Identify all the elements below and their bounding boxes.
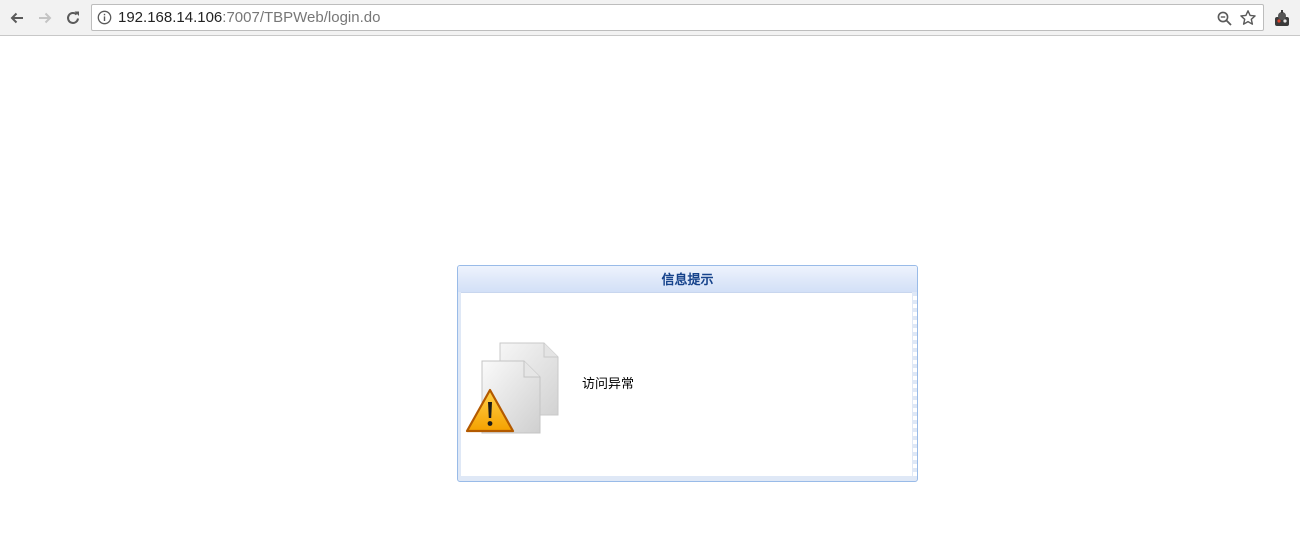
address-bar[interactable]: 192.168.14.106:7007/TBPWeb/login.do: [91, 4, 1264, 31]
warning-document-icon: [465, 342, 559, 434]
dialog-edge-stripe: [913, 292, 917, 476]
forward-button[interactable]: [33, 6, 57, 30]
reload-button[interactable]: [61, 6, 85, 30]
back-arrow-icon: [10, 12, 23, 24]
dialog-header: 信息提示: [458, 266, 917, 292]
zoom-icon[interactable]: [1216, 10, 1233, 27]
reload-icon: [67, 11, 79, 24]
url-host: 192.168.14.106: [118, 9, 223, 26]
dialog-body: 访问异常: [461, 292, 912, 476]
star-icon[interactable]: [1239, 9, 1257, 27]
info-icon[interactable]: [97, 10, 112, 25]
info-dialog: 信息提示 访问异常: [457, 265, 918, 482]
forward-arrow-icon: [39, 12, 52, 24]
dialog-message: 访问异常: [582, 377, 635, 392]
back-button[interactable]: [5, 6, 29, 30]
extension-icon[interactable]: [1272, 8, 1292, 28]
url-path: :7007/TBPWeb/login.do: [222, 9, 381, 26]
dialog-title: 信息提示: [661, 273, 714, 288]
browser-toolbar: 192.168.14.106:7007/TBPWeb/login.do: [0, 0, 1300, 36]
address-url[interactable]: 192.168.14.106:7007/TBPWeb/login.do: [118, 9, 380, 27]
